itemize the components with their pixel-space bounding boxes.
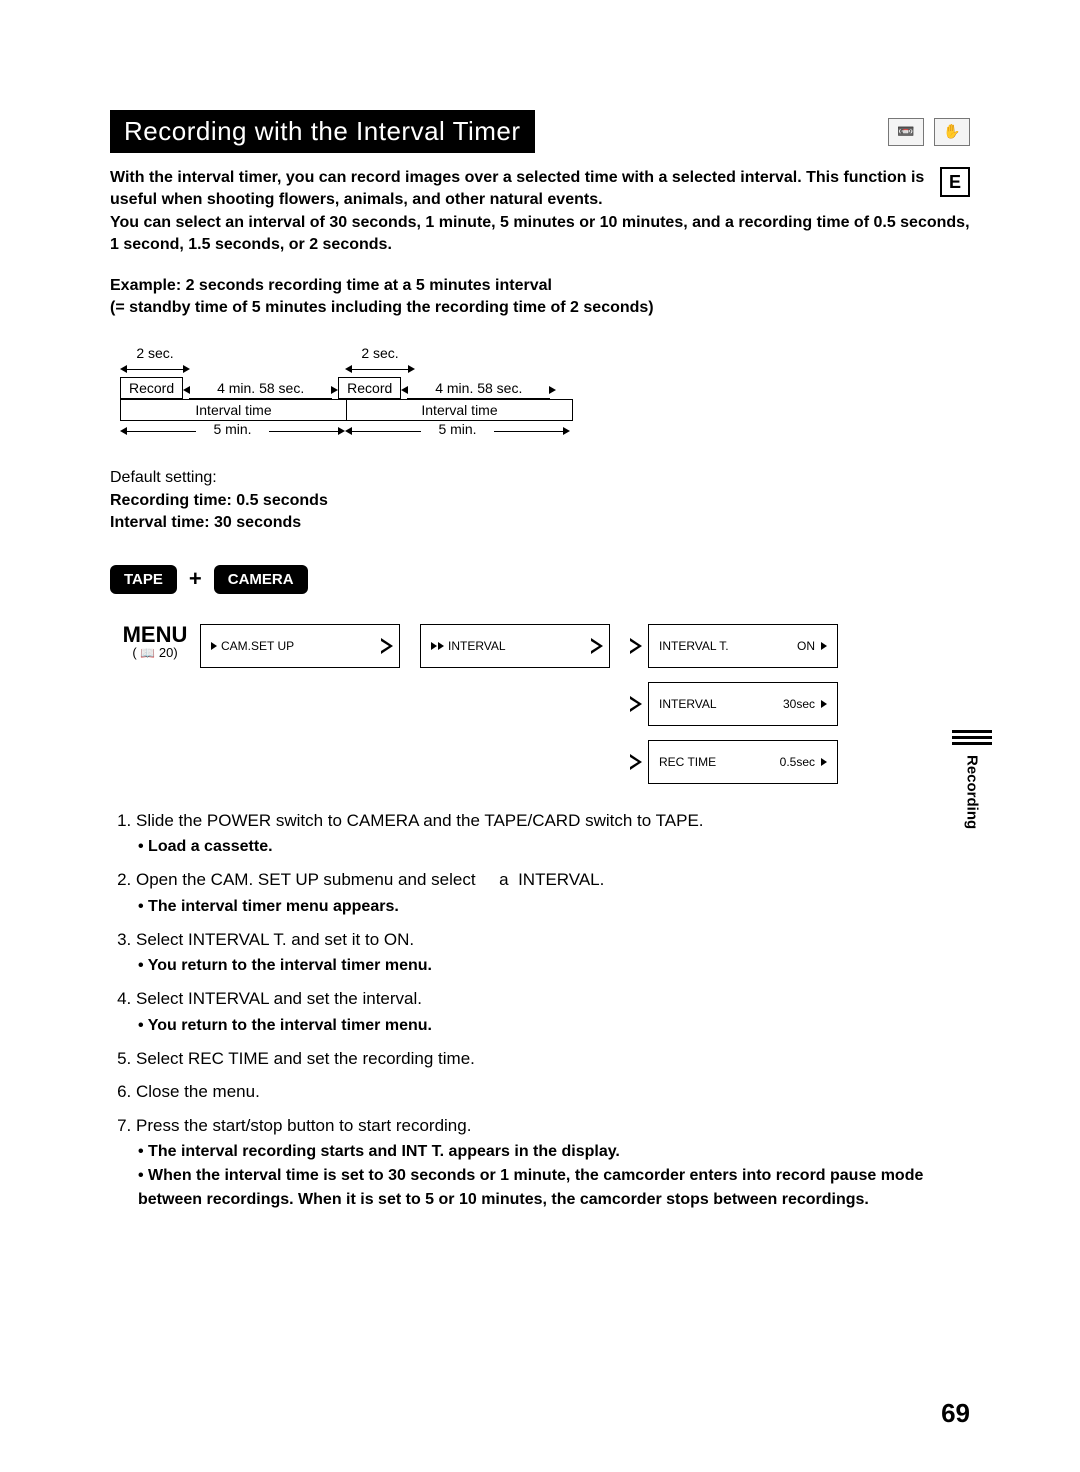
menu-path: MENU ( 📖 20) CAM.SET UP INTERVAL INTERVA…: [110, 624, 970, 784]
step-note: The interval recording starts and INT T.…: [138, 1140, 970, 1164]
chevron-right-icon: [630, 754, 642, 770]
step-item: Close the menu.: [136, 1079, 970, 1105]
camcorder-icon: 📼: [888, 118, 924, 146]
menu-box-rectime: REC TIME 0.5sec: [648, 740, 838, 784]
step-note: When the interval time is set to 30 seco…: [138, 1164, 970, 1212]
step-item: Slide the POWER switch to CAMERA and the…: [136, 808, 970, 860]
mode-icons: 📼 ✋: [888, 118, 970, 146]
chevron-right-icon: [381, 638, 393, 654]
record-box: Record: [338, 377, 401, 399]
example-heading-block: Example: 2 seconds recording time at a 5…: [110, 275, 970, 320]
section-thumb-tab: Recording: [952, 730, 992, 829]
example-heading: Example: 2 seconds recording time at a 5…: [110, 275, 970, 297]
mode-indicator: TAPE + CAMERA: [110, 565, 970, 594]
plus-icon: +: [189, 566, 202, 592]
step-note: Load a cassette.: [138, 835, 970, 859]
menu-box-camsetup: CAM.SET UP: [200, 624, 400, 668]
page-title: Recording with the Interval Timer: [110, 110, 535, 153]
record-box: Record: [120, 377, 183, 399]
menu-box-interval: INTERVAL: [420, 624, 610, 668]
step-item: Open the CAM. SET UP submenu and select …: [136, 867, 970, 919]
tape-badge: TAPE: [110, 565, 177, 594]
hand-icon: ✋: [934, 118, 970, 146]
camera-badge: CAMERA: [214, 565, 308, 594]
chevron-right-icon: [630, 696, 642, 712]
step-note: The interval timer menu appears.: [138, 895, 970, 919]
instruction-steps: Slide the POWER switch to CAMERA and the…: [110, 808, 970, 1213]
menu-box-interval-val: INTERVAL 30sec: [648, 682, 838, 726]
chevron-right-icon: [630, 638, 642, 654]
language-indicator: E: [940, 167, 970, 197]
page-number: 69: [941, 1398, 970, 1429]
default-settings: Default setting: Recording time: 0.5 sec…: [110, 467, 970, 534]
step-item: Select REC TIME and set the recording ti…: [136, 1046, 970, 1072]
menu-label: MENU ( 📖 20): [110, 624, 200, 659]
menu-box-interval-t: INTERVAL T. ON: [648, 624, 838, 668]
step-item: Select INTERVAL and set the interval.You…: [136, 986, 970, 1038]
timing-diagram: 2 sec. 2 sec. Record 4 min. 58 sec. Reco…: [120, 345, 590, 437]
intro-text: With the interval timer, you can record …: [110, 167, 970, 257]
step-item: Select INTERVAL T. and set it to ON.You …: [136, 927, 970, 979]
chevron-right-icon: [591, 638, 603, 654]
step-note: You return to the interval timer menu.: [138, 1014, 970, 1038]
step-note: You return to the interval timer menu.: [138, 954, 970, 978]
example-subheading: (= standby time of 5 minutes including t…: [110, 297, 970, 319]
step-item: Press the start/stop button to start rec…: [136, 1113, 970, 1213]
